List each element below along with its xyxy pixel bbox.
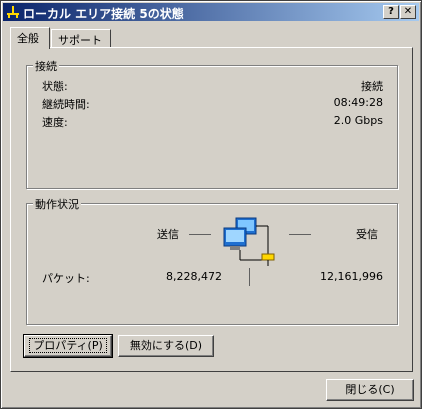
duration-label: 継続時間: (42, 98, 90, 111)
close-icon[interactable]: ✕ (400, 5, 416, 19)
tab-support[interactable]: サポート (51, 29, 111, 47)
speed-value: 2.0 Gbps (333, 114, 383, 127)
sent-line (189, 234, 211, 235)
activity-group-label: 動作状況 (33, 196, 81, 212)
close-button[interactable]: 閉じる(C) (326, 379, 414, 401)
status-label: 状態: (42, 80, 68, 93)
packets-sent-value: 8,228,472 (166, 270, 222, 283)
disable-button[interactable]: 無効にする(D) (118, 335, 214, 357)
sent-label: 送信 (157, 228, 179, 241)
status-value: 接続 (361, 80, 383, 93)
help-button[interactable]: ? (383, 5, 399, 19)
packets-received-value: 12,161,996 (320, 270, 383, 283)
tab-general[interactable]: 全般 (10, 27, 50, 49)
speed-label: 速度: (42, 116, 68, 129)
activity-group: 動作状況 送信 受信 パケット: 8,228,472 12,161,996 (26, 196, 398, 325)
packets-label: パケット: (42, 272, 90, 285)
network-connection-icon (7, 6, 19, 18)
window-title: ローカル エリア接続 5の状態 (23, 7, 184, 21)
properties-button[interactable]: プロパティ(P) (23, 334, 113, 358)
packet-divider (249, 268, 250, 286)
title-bar[interactable]: ローカル エリア接続 5の状態 ? ✕ (3, 3, 419, 21)
status-dialog: ローカル エリア接続 5の状態 ? ✕ 全般 サポート 接続 状態: 接続 継続… (0, 0, 422, 409)
connection-group: 接続 状態: 接続 継続時間: 08:49:28 速度: 2.0 Gbps (26, 58, 398, 189)
received-label: 受信 (356, 228, 378, 241)
network-computers-icon (223, 217, 275, 266)
tab-panel-general: 接続 状態: 接続 継続時間: 08:49:28 速度: 2.0 Gbps 動作… (10, 47, 413, 372)
received-line (289, 234, 311, 235)
connection-group-label: 接続 (33, 58, 59, 74)
duration-value: 08:49:28 (333, 96, 383, 109)
